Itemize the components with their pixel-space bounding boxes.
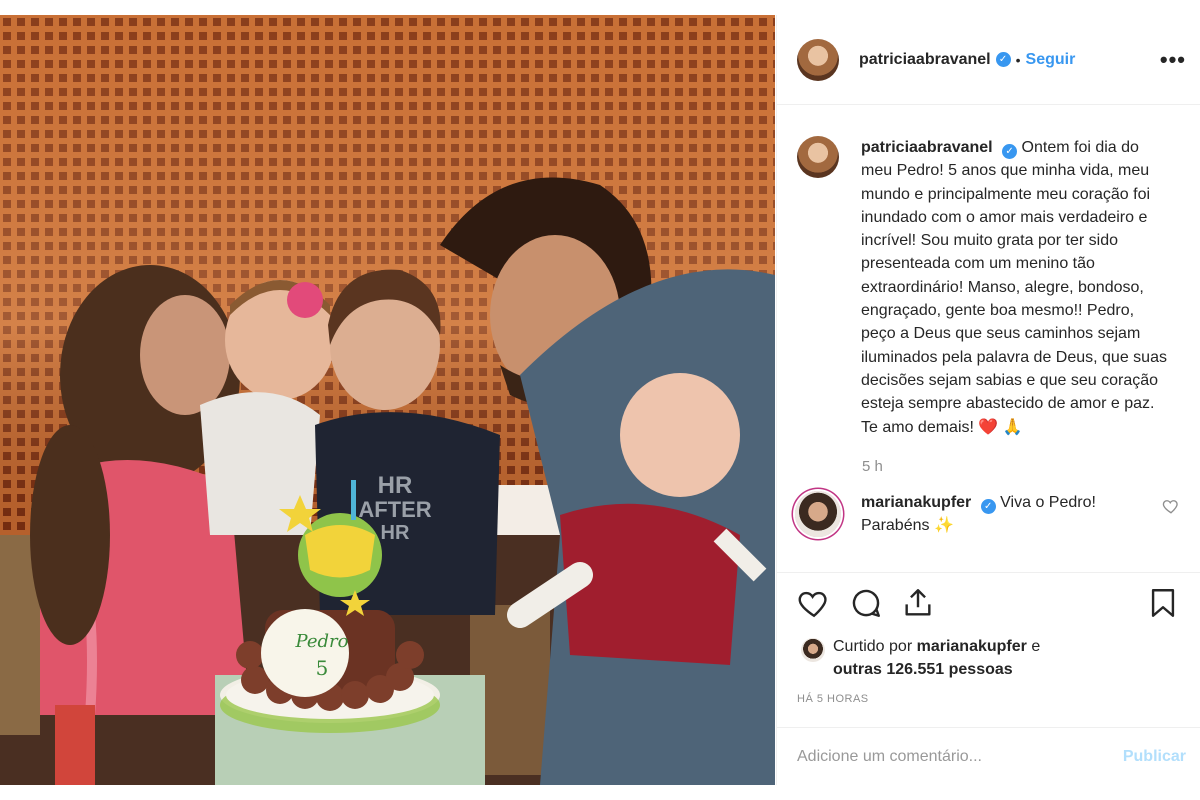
caption: patriciaabravanel ✓ Ontem foi dia do meu…	[797, 136, 1180, 439]
likes-text: Curtido por marianakupfer e outras 126.5…	[833, 635, 1040, 681]
post-sidebar: patriciaabravanel ✓ • Seguir ••• patrici…	[776, 15, 1200, 785]
comments-section: patriciaabravanel ✓ Ontem foi dia do meu…	[777, 106, 1200, 572]
share-icon[interactable]	[901, 586, 935, 620]
caption-author-avatar[interactable]	[797, 136, 839, 178]
shirt-text-3: HR	[381, 522, 410, 544]
likes-joiner: e	[1031, 638, 1041, 655]
shirt-text-2: AFTER	[358, 497, 431, 522]
birthday-photo: HR AFTER HR Pedro 5	[0, 15, 775, 785]
likes-prefix: Curtido por	[833, 638, 913, 655]
caption-author[interactable]: patriciaabravanel	[861, 139, 993, 156]
caption-body: patriciaabravanel ✓ Ontem foi dia do meu…	[861, 136, 1171, 439]
caption-text: Ontem foi dia do meu Pedro! 5 anos que m…	[861, 139, 1167, 436]
author-avatar[interactable]	[797, 38, 839, 81]
comment-input[interactable]	[797, 747, 1123, 766]
add-comment-bar: Publicar	[777, 727, 1200, 785]
comment-bubble-icon[interactable]	[849, 586, 883, 620]
commenter-verified-icon: ✓	[980, 499, 996, 514]
commenter-username[interactable]: marianakupfer	[861, 494, 971, 511]
post-timestamp[interactable]: HÁ 5 HORAS	[797, 693, 1180, 705]
follow-button[interactable]: Seguir	[1026, 51, 1076, 69]
post-photo[interactable]: HR AFTER HR Pedro 5	[0, 15, 775, 785]
verified-badge-icon: ✓	[995, 52, 1011, 67]
save-bookmark-icon[interactable]	[1146, 586, 1180, 620]
commenter-avatar[interactable]	[795, 490, 841, 537]
liker-avatar[interactable]	[801, 638, 825, 662]
cake-number-text: 5	[316, 656, 329, 680]
author-username[interactable]: patriciaabravanel	[859, 51, 991, 69]
comment-item: marianakupfer ✓ Viva o Pedro! Parabéns ✨	[795, 490, 1180, 538]
shirt-text-1: HR	[378, 472, 413, 499]
cake-name-text: Pedro	[295, 631, 349, 652]
post-actions: Curtido por marianakupfer e outras 126.5…	[777, 572, 1200, 705]
publish-button[interactable]: Publicar	[1123, 748, 1186, 766]
liker-username[interactable]: marianakupfer	[917, 638, 1027, 655]
like-comment-heart-icon[interactable]	[1162, 497, 1180, 515]
comment-body: marianakupfer ✓ Viva o Pedro! Parabéns ✨	[861, 491, 1141, 538]
more-options-icon[interactable]: •••	[1160, 47, 1186, 73]
like-heart-icon[interactable]	[797, 586, 831, 620]
post-header: patriciaabravanel ✓ • Seguir •••	[777, 15, 1200, 105]
caption-verified-icon: ✓	[1002, 144, 1018, 160]
separator-dot: •	[1015, 51, 1021, 68]
caption-time[interactable]: 5 h	[862, 458, 1180, 475]
likes-summary: Curtido por marianakupfer e outras 126.5…	[797, 635, 1180, 681]
action-icons	[797, 583, 1180, 623]
likes-others[interactable]: outras 126.551 pessoas	[833, 661, 1013, 678]
